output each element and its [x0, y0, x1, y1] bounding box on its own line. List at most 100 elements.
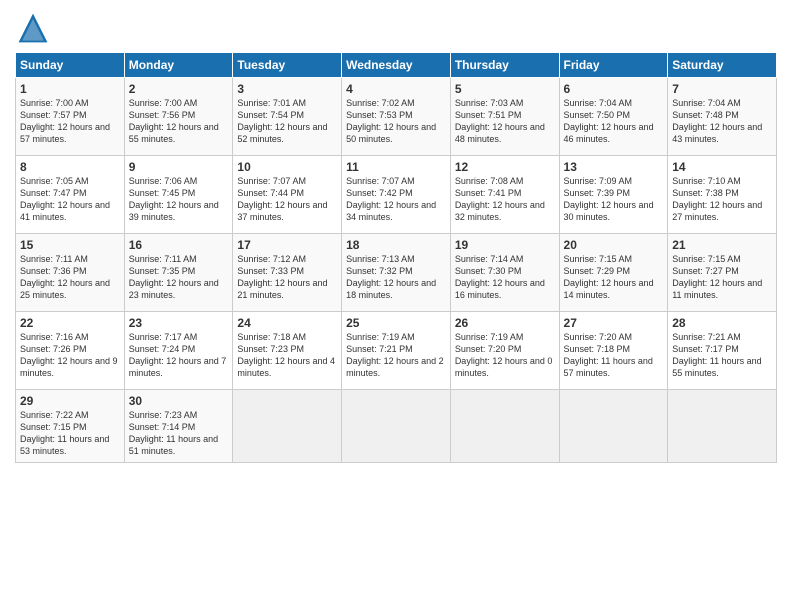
calendar-cell: 17 Sunrise: 7:12 AM Sunset: 7:33 PM Dayl… — [233, 234, 342, 312]
day-info: Sunrise: 7:19 AM Sunset: 7:20 PM Dayligh… — [455, 331, 555, 380]
day-number: 1 — [20, 82, 120, 96]
calendar-cell: 12 Sunrise: 7:08 AM Sunset: 7:41 PM Dayl… — [450, 156, 559, 234]
day-info: Sunrise: 7:01 AM Sunset: 7:54 PM Dayligh… — [237, 97, 337, 146]
calendar-cell: 9 Sunrise: 7:06 AM Sunset: 7:45 PM Dayli… — [124, 156, 233, 234]
calendar-cell: 25 Sunrise: 7:19 AM Sunset: 7:21 PM Dayl… — [342, 312, 451, 390]
day-info: Sunrise: 7:15 AM Sunset: 7:27 PM Dayligh… — [672, 253, 772, 302]
day-number: 26 — [455, 316, 555, 330]
day-info: Sunrise: 7:06 AM Sunset: 7:45 PM Dayligh… — [129, 175, 229, 224]
day-info: Sunrise: 7:10 AM Sunset: 7:38 PM Dayligh… — [672, 175, 772, 224]
day-info: Sunrise: 7:13 AM Sunset: 7:32 PM Dayligh… — [346, 253, 446, 302]
logo-icon — [15, 10, 51, 46]
calendar-cell — [342, 390, 451, 463]
day-info: Sunrise: 7:11 AM Sunset: 7:36 PM Dayligh… — [20, 253, 120, 302]
calendar-cell: 8 Sunrise: 7:05 AM Sunset: 7:47 PM Dayli… — [16, 156, 125, 234]
calendar-cell: 20 Sunrise: 7:15 AM Sunset: 7:29 PM Dayl… — [559, 234, 668, 312]
day-number: 4 — [346, 82, 446, 96]
day-number: 27 — [564, 316, 664, 330]
calendar: SundayMondayTuesdayWednesdayThursdayFrid… — [15, 52, 777, 463]
logo — [15, 10, 55, 46]
calendar-cell — [233, 390, 342, 463]
calendar-cell: 6 Sunrise: 7:04 AM Sunset: 7:50 PM Dayli… — [559, 78, 668, 156]
day-info: Sunrise: 7:18 AM Sunset: 7:23 PM Dayligh… — [237, 331, 337, 380]
day-number: 12 — [455, 160, 555, 174]
weekday-header-tuesday: Tuesday — [233, 53, 342, 78]
calendar-week-5: 29 Sunrise: 7:22 AM Sunset: 7:15 PM Dayl… — [16, 390, 777, 463]
day-number: 8 — [20, 160, 120, 174]
day-number: 11 — [346, 160, 446, 174]
day-number: 30 — [129, 394, 229, 408]
calendar-cell: 10 Sunrise: 7:07 AM Sunset: 7:44 PM Dayl… — [233, 156, 342, 234]
day-info: Sunrise: 7:05 AM Sunset: 7:47 PM Dayligh… — [20, 175, 120, 224]
day-info: Sunrise: 7:03 AM Sunset: 7:51 PM Dayligh… — [455, 97, 555, 146]
day-number: 14 — [672, 160, 772, 174]
calendar-cell: 2 Sunrise: 7:00 AM Sunset: 7:56 PM Dayli… — [124, 78, 233, 156]
day-number: 18 — [346, 238, 446, 252]
day-number: 9 — [129, 160, 229, 174]
day-info: Sunrise: 7:07 AM Sunset: 7:44 PM Dayligh… — [237, 175, 337, 224]
weekday-header-saturday: Saturday — [668, 53, 777, 78]
day-number: 13 — [564, 160, 664, 174]
weekday-header-row: SundayMondayTuesdayWednesdayThursdayFrid… — [16, 53, 777, 78]
calendar-cell: 3 Sunrise: 7:01 AM Sunset: 7:54 PM Dayli… — [233, 78, 342, 156]
day-number: 22 — [20, 316, 120, 330]
day-number: 16 — [129, 238, 229, 252]
calendar-cell: 13 Sunrise: 7:09 AM Sunset: 7:39 PM Dayl… — [559, 156, 668, 234]
calendar-cell: 15 Sunrise: 7:11 AM Sunset: 7:36 PM Dayl… — [16, 234, 125, 312]
day-info: Sunrise: 7:19 AM Sunset: 7:21 PM Dayligh… — [346, 331, 446, 380]
day-number: 24 — [237, 316, 337, 330]
calendar-cell: 28 Sunrise: 7:21 AM Sunset: 7:17 PM Dayl… — [668, 312, 777, 390]
calendar-cell: 16 Sunrise: 7:11 AM Sunset: 7:35 PM Dayl… — [124, 234, 233, 312]
day-number: 6 — [564, 82, 664, 96]
day-number: 3 — [237, 82, 337, 96]
day-info: Sunrise: 7:00 AM Sunset: 7:56 PM Dayligh… — [129, 97, 229, 146]
day-info: Sunrise: 7:11 AM Sunset: 7:35 PM Dayligh… — [129, 253, 229, 302]
calendar-body: 1 Sunrise: 7:00 AM Sunset: 7:57 PM Dayli… — [16, 78, 777, 463]
calendar-cell: 24 Sunrise: 7:18 AM Sunset: 7:23 PM Dayl… — [233, 312, 342, 390]
day-info: Sunrise: 7:21 AM Sunset: 7:17 PM Dayligh… — [672, 331, 772, 380]
day-info: Sunrise: 7:04 AM Sunset: 7:50 PM Dayligh… — [564, 97, 664, 146]
day-info: Sunrise: 7:00 AM Sunset: 7:57 PM Dayligh… — [20, 97, 120, 146]
day-number: 21 — [672, 238, 772, 252]
calendar-cell: 14 Sunrise: 7:10 AM Sunset: 7:38 PM Dayl… — [668, 156, 777, 234]
day-number: 29 — [20, 394, 120, 408]
calendar-cell: 29 Sunrise: 7:22 AM Sunset: 7:15 PM Dayl… — [16, 390, 125, 463]
day-info: Sunrise: 7:09 AM Sunset: 7:39 PM Dayligh… — [564, 175, 664, 224]
day-info: Sunrise: 7:15 AM Sunset: 7:29 PM Dayligh… — [564, 253, 664, 302]
page-container: SundayMondayTuesdayWednesdayThursdayFrid… — [0, 0, 792, 473]
calendar-week-2: 8 Sunrise: 7:05 AM Sunset: 7:47 PM Dayli… — [16, 156, 777, 234]
calendar-week-1: 1 Sunrise: 7:00 AM Sunset: 7:57 PM Dayli… — [16, 78, 777, 156]
calendar-cell: 4 Sunrise: 7:02 AM Sunset: 7:53 PM Dayli… — [342, 78, 451, 156]
calendar-cell: 30 Sunrise: 7:23 AM Sunset: 7:14 PM Dayl… — [124, 390, 233, 463]
day-info: Sunrise: 7:23 AM Sunset: 7:14 PM Dayligh… — [129, 409, 229, 458]
day-info: Sunrise: 7:20 AM Sunset: 7:18 PM Dayligh… — [564, 331, 664, 380]
calendar-cell — [450, 390, 559, 463]
day-info: Sunrise: 7:02 AM Sunset: 7:53 PM Dayligh… — [346, 97, 446, 146]
day-number: 2 — [129, 82, 229, 96]
day-info: Sunrise: 7:04 AM Sunset: 7:48 PM Dayligh… — [672, 97, 772, 146]
calendar-week-3: 15 Sunrise: 7:11 AM Sunset: 7:36 PM Dayl… — [16, 234, 777, 312]
day-number: 15 — [20, 238, 120, 252]
day-info: Sunrise: 7:16 AM Sunset: 7:26 PM Dayligh… — [20, 331, 120, 380]
calendar-cell: 5 Sunrise: 7:03 AM Sunset: 7:51 PM Dayli… — [450, 78, 559, 156]
day-info: Sunrise: 7:12 AM Sunset: 7:33 PM Dayligh… — [237, 253, 337, 302]
calendar-cell: 23 Sunrise: 7:17 AM Sunset: 7:24 PM Dayl… — [124, 312, 233, 390]
calendar-week-4: 22 Sunrise: 7:16 AM Sunset: 7:26 PM Dayl… — [16, 312, 777, 390]
day-number: 7 — [672, 82, 772, 96]
calendar-cell: 1 Sunrise: 7:00 AM Sunset: 7:57 PM Dayli… — [16, 78, 125, 156]
day-number: 20 — [564, 238, 664, 252]
weekday-header-monday: Monday — [124, 53, 233, 78]
day-number: 19 — [455, 238, 555, 252]
weekday-header-thursday: Thursday — [450, 53, 559, 78]
day-number: 25 — [346, 316, 446, 330]
calendar-cell: 21 Sunrise: 7:15 AM Sunset: 7:27 PM Dayl… — [668, 234, 777, 312]
day-info: Sunrise: 7:08 AM Sunset: 7:41 PM Dayligh… — [455, 175, 555, 224]
calendar-cell: 7 Sunrise: 7:04 AM Sunset: 7:48 PM Dayli… — [668, 78, 777, 156]
calendar-cell: 26 Sunrise: 7:19 AM Sunset: 7:20 PM Dayl… — [450, 312, 559, 390]
calendar-cell — [559, 390, 668, 463]
calendar-cell: 19 Sunrise: 7:14 AM Sunset: 7:30 PM Dayl… — [450, 234, 559, 312]
day-number: 5 — [455, 82, 555, 96]
calendar-cell: 18 Sunrise: 7:13 AM Sunset: 7:32 PM Dayl… — [342, 234, 451, 312]
day-number: 23 — [129, 316, 229, 330]
weekday-header-friday: Friday — [559, 53, 668, 78]
